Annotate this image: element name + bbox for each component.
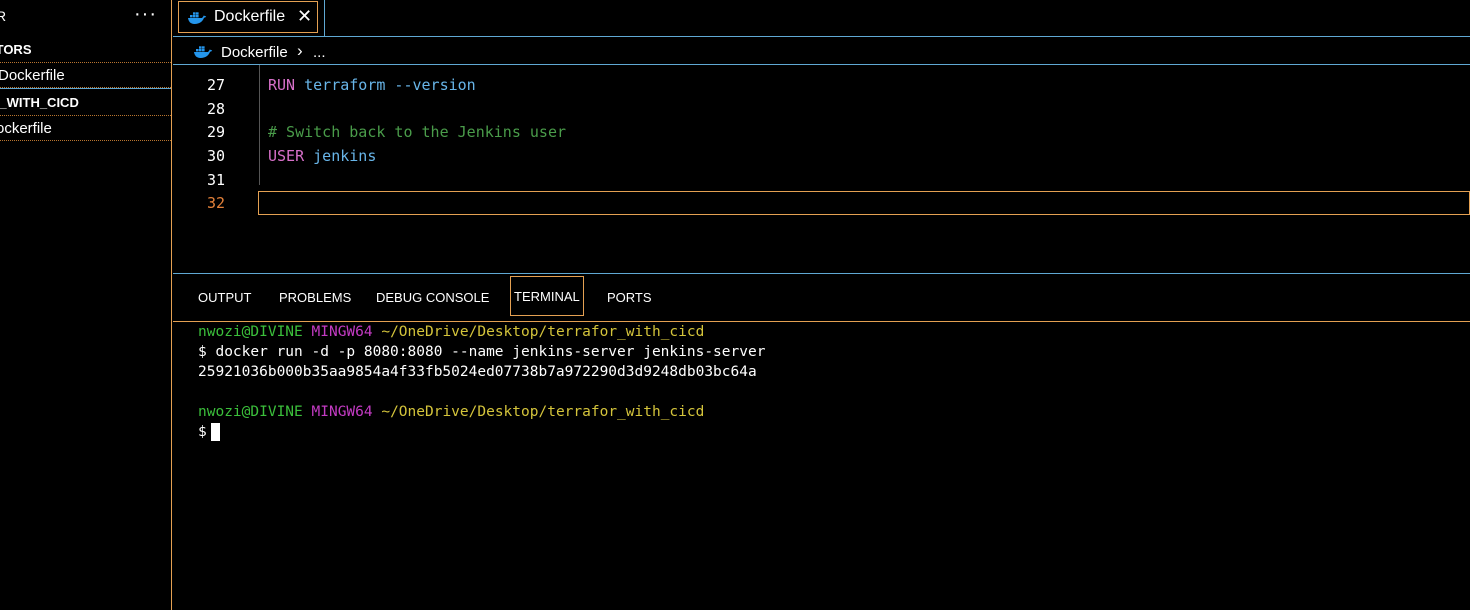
code-line[interactable]: 27 RUN terraform --version [173, 73, 1470, 97]
code-text: jenkins [313, 147, 377, 165]
editor-tab-bar: Dockerfile ✕ [173, 0, 1470, 37]
prompt-path: ~/OneDrive/Desktop/terrafor_with_cicd [381, 404, 705, 420]
code-line[interactable]: 30 USER jenkins [173, 144, 1470, 168]
tab-terminal[interactable]: TERMINAL [510, 276, 584, 316]
explorer-header: R ··· [0, 0, 171, 36]
explorer-title: R [0, 8, 6, 24]
chevron-right-icon: › [297, 41, 303, 60]
docker-icon [188, 12, 207, 24]
tab-output[interactable]: OUTPUT [198, 288, 251, 308]
prompt-system: MINGW64 [311, 404, 373, 420]
more-actions-icon[interactable]: ··· [134, 3, 157, 26]
close-icon[interactable]: ✕ [297, 6, 312, 27]
code-comment: # Switch back to the Jenkins user [268, 123, 567, 141]
prompt-symbol: $ [198, 424, 207, 440]
terminal-output: 25921036b000b35aa9854a4f33fb5024ed07738b… [198, 364, 757, 380]
prompt-user: nwozi@DIVINE [198, 324, 303, 340]
tab-debug-console[interactable]: DEBUG CONSOLE [376, 288, 489, 308]
tab-label: Dockerfile [214, 8, 286, 25]
code-keyword: RUN [268, 76, 296, 94]
panel-tab-bar: OUTPUT PROBLEMS DEBUG CONSOLE TERMINAL P… [173, 274, 1470, 322]
line-number: 31 [206, 171, 225, 189]
code-text: terraform --version [304, 76, 476, 94]
code-keyword: USER [268, 147, 305, 165]
line-number: 27 [206, 76, 225, 94]
breadcrumb-file[interactable]: Dockerfile [221, 44, 288, 61]
code-line[interactable]: 31 [173, 168, 1470, 192]
terminal-command: $ docker run -d -p 8080:8080 --name jenk… [198, 344, 766, 360]
breadcrumb: Dockerfile › ... [173, 37, 1470, 65]
terminal-input-line[interactable]: $ [198, 422, 220, 442]
tab-ports[interactable]: PORTS [607, 288, 652, 308]
prompt-path: ~/OneDrive/Desktop/terrafor_with_cicd [381, 324, 705, 340]
terminal-prompt-line: nwozi@DIVINE MINGW64 ~/OneDrive/Desktop/… [198, 322, 704, 342]
line-number: 30 [206, 147, 225, 165]
prompt-user: nwozi@DIVINE [198, 404, 303, 420]
code-line-active[interactable]: 32 [173, 191, 1470, 215]
terminal-prompt-line: nwozi@DIVINE MINGW64 ~/OneDrive/Desktop/… [198, 402, 704, 422]
explorer-sidebar: R ··· ITORS Dockerfile R_WITH_CICD ocker… [0, 0, 172, 610]
line-number: 28 [206, 100, 225, 118]
terminal-panel[interactable]: nwozi@DIVINE MINGW64 ~/OneDrive/Desktop/… [173, 322, 1470, 610]
prompt-system: MINGW64 [311, 324, 373, 340]
code-line[interactable]: 28 [173, 97, 1470, 121]
code-editor[interactable]: 27 RUN terraform --version 28 29 # Switc… [173, 65, 1470, 274]
terminal-cursor [210, 423, 220, 441]
tab-dockerfile[interactable]: Dockerfile ✕ [178, 1, 318, 33]
tab-problems[interactable]: PROBLEMS [279, 288, 351, 308]
file-tree-item-dockerfile[interactable]: ockerfile [0, 115, 171, 141]
line-number: 29 [206, 123, 225, 141]
line-number: 32 [206, 194, 225, 212]
open-editor-item-dockerfile[interactable]: Dockerfile [0, 62, 171, 88]
tab-separator [324, 0, 325, 36]
open-editors-section[interactable]: ITORS [0, 36, 171, 62]
code-line[interactable]: 29 # Switch back to the Jenkins user [173, 120, 1470, 144]
docker-icon [194, 46, 213, 58]
project-folder-section[interactable]: R_WITH_CICD [0, 88, 171, 115]
breadcrumb-symbols[interactable]: ... [313, 44, 326, 61]
